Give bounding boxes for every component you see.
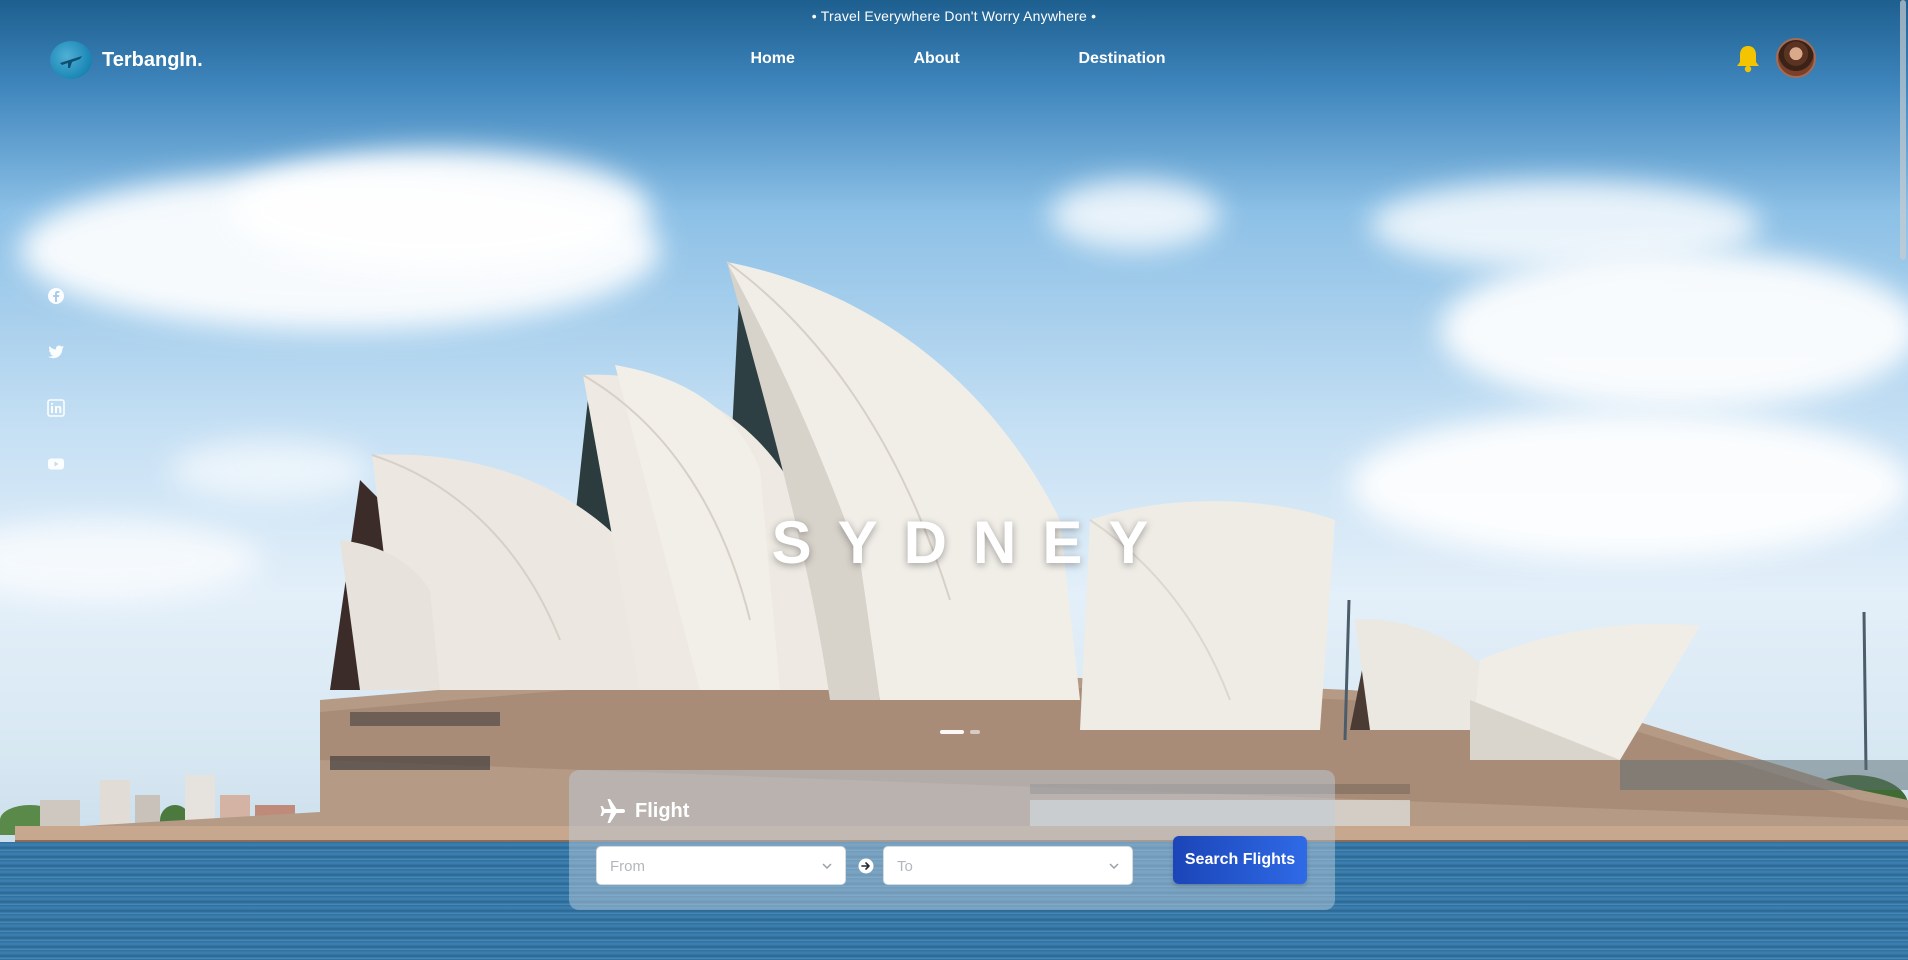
bell-icon[interactable] [1735, 44, 1761, 74]
slide-dot-active[interactable] [940, 730, 964, 734]
flight-search-panel: Flight From To Search Flights [569, 770, 1335, 910]
user-avatar[interactable] [1776, 38, 1816, 78]
hero-title: SYDNEY [771, 509, 1175, 576]
to-select[interactable]: To [883, 846, 1133, 885]
chevron-down-icon [1109, 863, 1119, 870]
tagline: • Travel Everywhere Don't Worry Anywhere… [811, 8, 1097, 24]
nav-destination[interactable]: Destination [1078, 50, 1165, 68]
slider-indicator [940, 730, 980, 734]
slide-dot[interactable] [970, 730, 980, 734]
facebook-icon[interactable] [47, 287, 65, 305]
search-flights-button[interactable]: Search Flights [1173, 836, 1307, 884]
panel-title: Flight [635, 799, 690, 822]
social-links [47, 287, 65, 473]
youtube-icon[interactable] [47, 455, 65, 473]
twitter-icon[interactable] [47, 343, 65, 361]
chevron-down-icon [822, 863, 832, 870]
linkedin-icon[interactable] [47, 399, 65, 417]
to-placeholder: To [897, 858, 913, 875]
arrow-right-circle-icon[interactable] [858, 858, 874, 874]
from-placeholder: From [610, 858, 645, 875]
panel-header: Flight [599, 797, 689, 825]
main-nav: Home About Destination [0, 50, 1908, 68]
nav-about[interactable]: About [913, 50, 1078, 68]
airplane-icon [600, 799, 625, 823]
from-select[interactable]: From [596, 846, 846, 885]
page-scrollbar[interactable] [1900, 0, 1906, 260]
nav-home[interactable]: Home [750, 50, 913, 68]
